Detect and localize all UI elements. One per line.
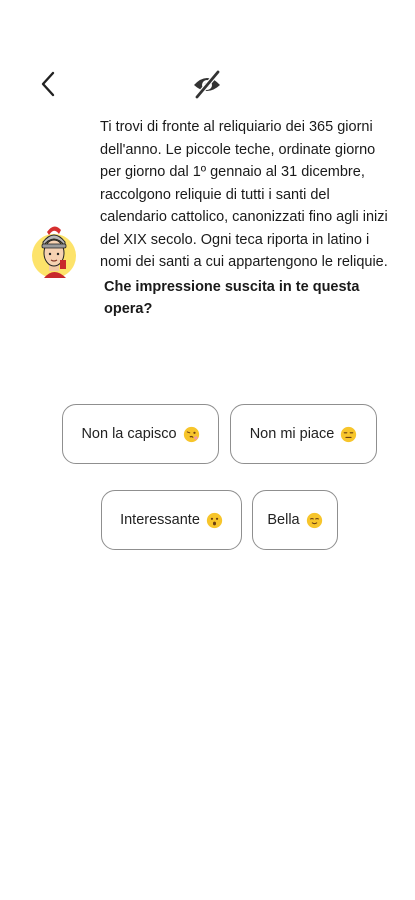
option-non-mi-piace[interactable]: Non mi piace (230, 404, 377, 464)
option-label: Non mi piace (249, 426, 335, 442)
guide-message: Ti trovi di fronte al reliquiario dei 36… (100, 116, 390, 321)
back-button[interactable] (32, 68, 64, 100)
option-label: Bella (267, 512, 300, 528)
guide-avatar (30, 220, 84, 280)
roman-soldier-avatar-icon (32, 226, 76, 278)
chevron-left-icon (41, 71, 55, 97)
message-body: Ti trovi di fronte al reliquiario dei 36… (100, 119, 388, 270)
top-bar (0, 60, 415, 108)
option-label: Interessante (120, 512, 200, 528)
unamused-face-icon (341, 426, 357, 442)
message-question: Che impressione suscita in te questa ope… (104, 278, 360, 318)
confused-face-icon (183, 426, 199, 442)
option-label: Non la capisco (81, 426, 177, 442)
surprised-face-icon (206, 512, 223, 528)
relieved-face-icon (306, 512, 322, 528)
eye-off-icon (194, 69, 221, 100)
option-bella[interactable]: Bella (252, 490, 338, 550)
visibility-toggle-button[interactable] (189, 66, 225, 102)
option-interessante[interactable]: Interessante (101, 490, 242, 550)
option-non-la-capisco[interactable]: Non la capisco (62, 404, 219, 464)
